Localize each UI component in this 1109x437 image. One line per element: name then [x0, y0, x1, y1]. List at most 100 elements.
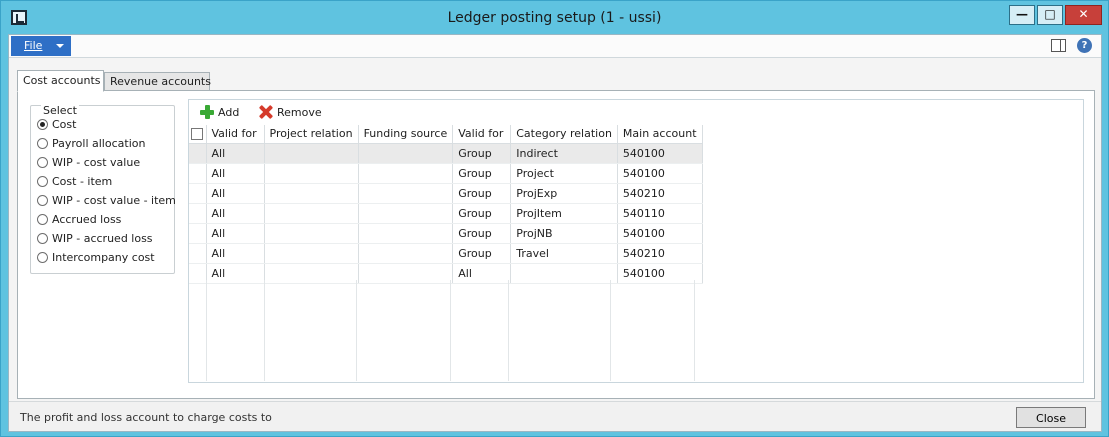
cell-main-account[interactable]: 540100: [617, 223, 703, 244]
select-group: Select Cost Payroll allocation WIP - cos…: [30, 104, 176, 274]
cell-project-relation[interactable]: [264, 163, 359, 184]
radio-label: WIP - cost value - item: [52, 193, 176, 207]
cell-valid-for-category[interactable]: Group: [452, 223, 512, 244]
table-row[interactable]: All Group ProjExp 540210: [189, 183, 703, 204]
maximize-button[interactable]: □: [1037, 5, 1063, 25]
cell-valid-for-category[interactable]: Group: [452, 203, 512, 224]
status-help-text: The profit and loss account to charge co…: [20, 411, 272, 424]
cell-project-relation[interactable]: [264, 223, 359, 244]
cell-funding-source[interactable]: [358, 143, 454, 164]
column-header-main-account[interactable]: Main account: [617, 125, 703, 144]
table-row[interactable]: All Group Indirect 540100: [189, 143, 703, 164]
cell-category-relation[interactable]: ProjExp: [510, 183, 618, 204]
row-marker[interactable]: [189, 143, 207, 164]
cell-category-relation[interactable]: Project: [510, 163, 618, 184]
cell-main-account[interactable]: 540210: [617, 183, 703, 204]
cell-category-relation[interactable]: ProjNB: [510, 223, 618, 244]
cell-project-relation[interactable]: [264, 143, 359, 164]
select-all-cell[interactable]: [189, 125, 207, 144]
cell-valid-for[interactable]: All: [206, 183, 265, 204]
row-marker[interactable]: [189, 163, 207, 184]
cell-funding-source[interactable]: [358, 203, 454, 224]
menu-bar: File ?: [9, 35, 1101, 58]
select-all-checkbox[interactable]: [191, 128, 203, 141]
cell-main-account[interactable]: 540110: [617, 203, 703, 224]
radio-payroll-allocation[interactable]: Payroll allocation: [37, 134, 145, 152]
cell-valid-for-category[interactable]: Group: [452, 163, 512, 184]
row-marker[interactable]: [189, 183, 207, 204]
remove-button[interactable]: Remove: [259, 104, 322, 120]
cell-funding-source[interactable]: [358, 163, 454, 184]
radio-accrued-loss[interactable]: Accrued loss: [37, 210, 121, 228]
layout-icon[interactable]: [1051, 39, 1066, 52]
cell-main-account[interactable]: 540100: [617, 163, 703, 184]
cell-valid-for[interactable]: All: [206, 223, 265, 244]
cell-category-relation[interactable]: Travel: [510, 243, 618, 264]
posting-grid-area: Add Remove Valid for Project relation Fu…: [188, 99, 1084, 383]
column-header-project-relation[interactable]: Project relation: [264, 125, 359, 144]
cell-project-relation[interactable]: [264, 203, 359, 224]
remove-button-label: Remove: [277, 105, 322, 119]
table-row[interactable]: All Group Travel 540210: [189, 243, 703, 264]
radio-cost[interactable]: Cost: [37, 115, 76, 133]
table-row[interactable]: All Group Project 540100: [189, 163, 703, 184]
column-header-valid-for[interactable]: Valid for: [206, 125, 265, 144]
grid-empty-area: [189, 280, 695, 381]
radio-icon: [37, 213, 48, 225]
title-bar[interactable]: Ledger posting setup (1 - ussi) — □ ✕: [1, 1, 1108, 34]
cell-valid-for-category[interactable]: Group: [452, 243, 512, 264]
cell-funding-source[interactable]: [358, 223, 454, 244]
cell-valid-for[interactable]: All: [206, 203, 265, 224]
table-row[interactable]: All Group ProjNB 540100: [189, 223, 703, 244]
cell-valid-for[interactable]: All: [206, 163, 265, 184]
column-header-category-relation[interactable]: Category relation: [510, 125, 618, 144]
radio-wip-accrued-loss[interactable]: WIP - accrued loss: [37, 229, 153, 247]
radio-icon: [37, 175, 48, 187]
cell-funding-source[interactable]: [358, 183, 454, 204]
file-menu-label: File: [24, 39, 43, 52]
row-marker[interactable]: [189, 223, 207, 244]
cell-valid-for[interactable]: All: [206, 243, 265, 264]
row-marker[interactable]: [189, 243, 207, 264]
row-marker[interactable]: [189, 203, 207, 224]
radio-wip-cost-value-item[interactable]: WIP - cost value - item: [37, 191, 176, 209]
help-icon[interactable]: ?: [1077, 38, 1092, 53]
status-bar: The profit and loss account to charge co…: [9, 401, 1101, 431]
radio-wip-cost-value[interactable]: WIP - cost value: [37, 153, 140, 171]
column-divider: [356, 280, 357, 381]
cell-category-relation[interactable]: ProjItem: [510, 203, 618, 224]
delete-x-icon: [259, 105, 273, 119]
table-row[interactable]: All Group ProjItem 540110: [189, 203, 703, 224]
cell-main-account[interactable]: 540210: [617, 243, 703, 264]
close-button[interactable]: Close: [1016, 407, 1086, 428]
cell-main-account[interactable]: 540100: [617, 143, 703, 164]
ledger-posting-window: Ledger posting setup (1 - ussi) — □ ✕ Fi…: [0, 0, 1109, 437]
column-header-valid-for-category[interactable]: Valid for: [452, 125, 512, 144]
column-header-funding-source[interactable]: Funding source: [358, 125, 454, 144]
radio-intercompany-cost[interactable]: Intercompany cost: [37, 248, 155, 266]
cell-funding-source[interactable]: [358, 243, 454, 264]
cell-valid-for-category[interactable]: Group: [452, 183, 512, 204]
cell-valid-for-category[interactable]: Group: [452, 143, 512, 164]
radio-label: WIP - accrued loss: [52, 231, 153, 245]
radio-icon: [37, 137, 48, 149]
cell-category-relation[interactable]: Indirect: [510, 143, 618, 164]
file-menu-button[interactable]: File: [11, 36, 71, 56]
grid-header-row: Valid for Project relation Funding sourc…: [189, 125, 703, 144]
add-button[interactable]: Add: [200, 104, 239, 120]
radio-checked-icon: [37, 118, 48, 130]
add-button-label: Add: [218, 105, 240, 119]
column-divider: [610, 280, 611, 381]
radio-cost-item[interactable]: Cost - item: [37, 172, 112, 190]
close-window-button[interactable]: ✕: [1065, 5, 1102, 25]
radio-label: Accrued loss: [52, 212, 122, 226]
tab-revenue-accounts[interactable]: Revenue accounts: [104, 72, 211, 91]
radio-label: WIP - cost value: [52, 155, 141, 169]
cell-project-relation[interactable]: [264, 243, 359, 264]
cell-project-relation[interactable]: [264, 183, 359, 204]
cell-valid-for[interactable]: All: [206, 143, 265, 164]
grid-toolbar: Add Remove: [189, 100, 1083, 124]
minimize-button[interactable]: —: [1009, 5, 1035, 25]
radio-icon: [37, 251, 48, 263]
tab-cost-accounts[interactable]: Cost accounts: [17, 70, 104, 92]
